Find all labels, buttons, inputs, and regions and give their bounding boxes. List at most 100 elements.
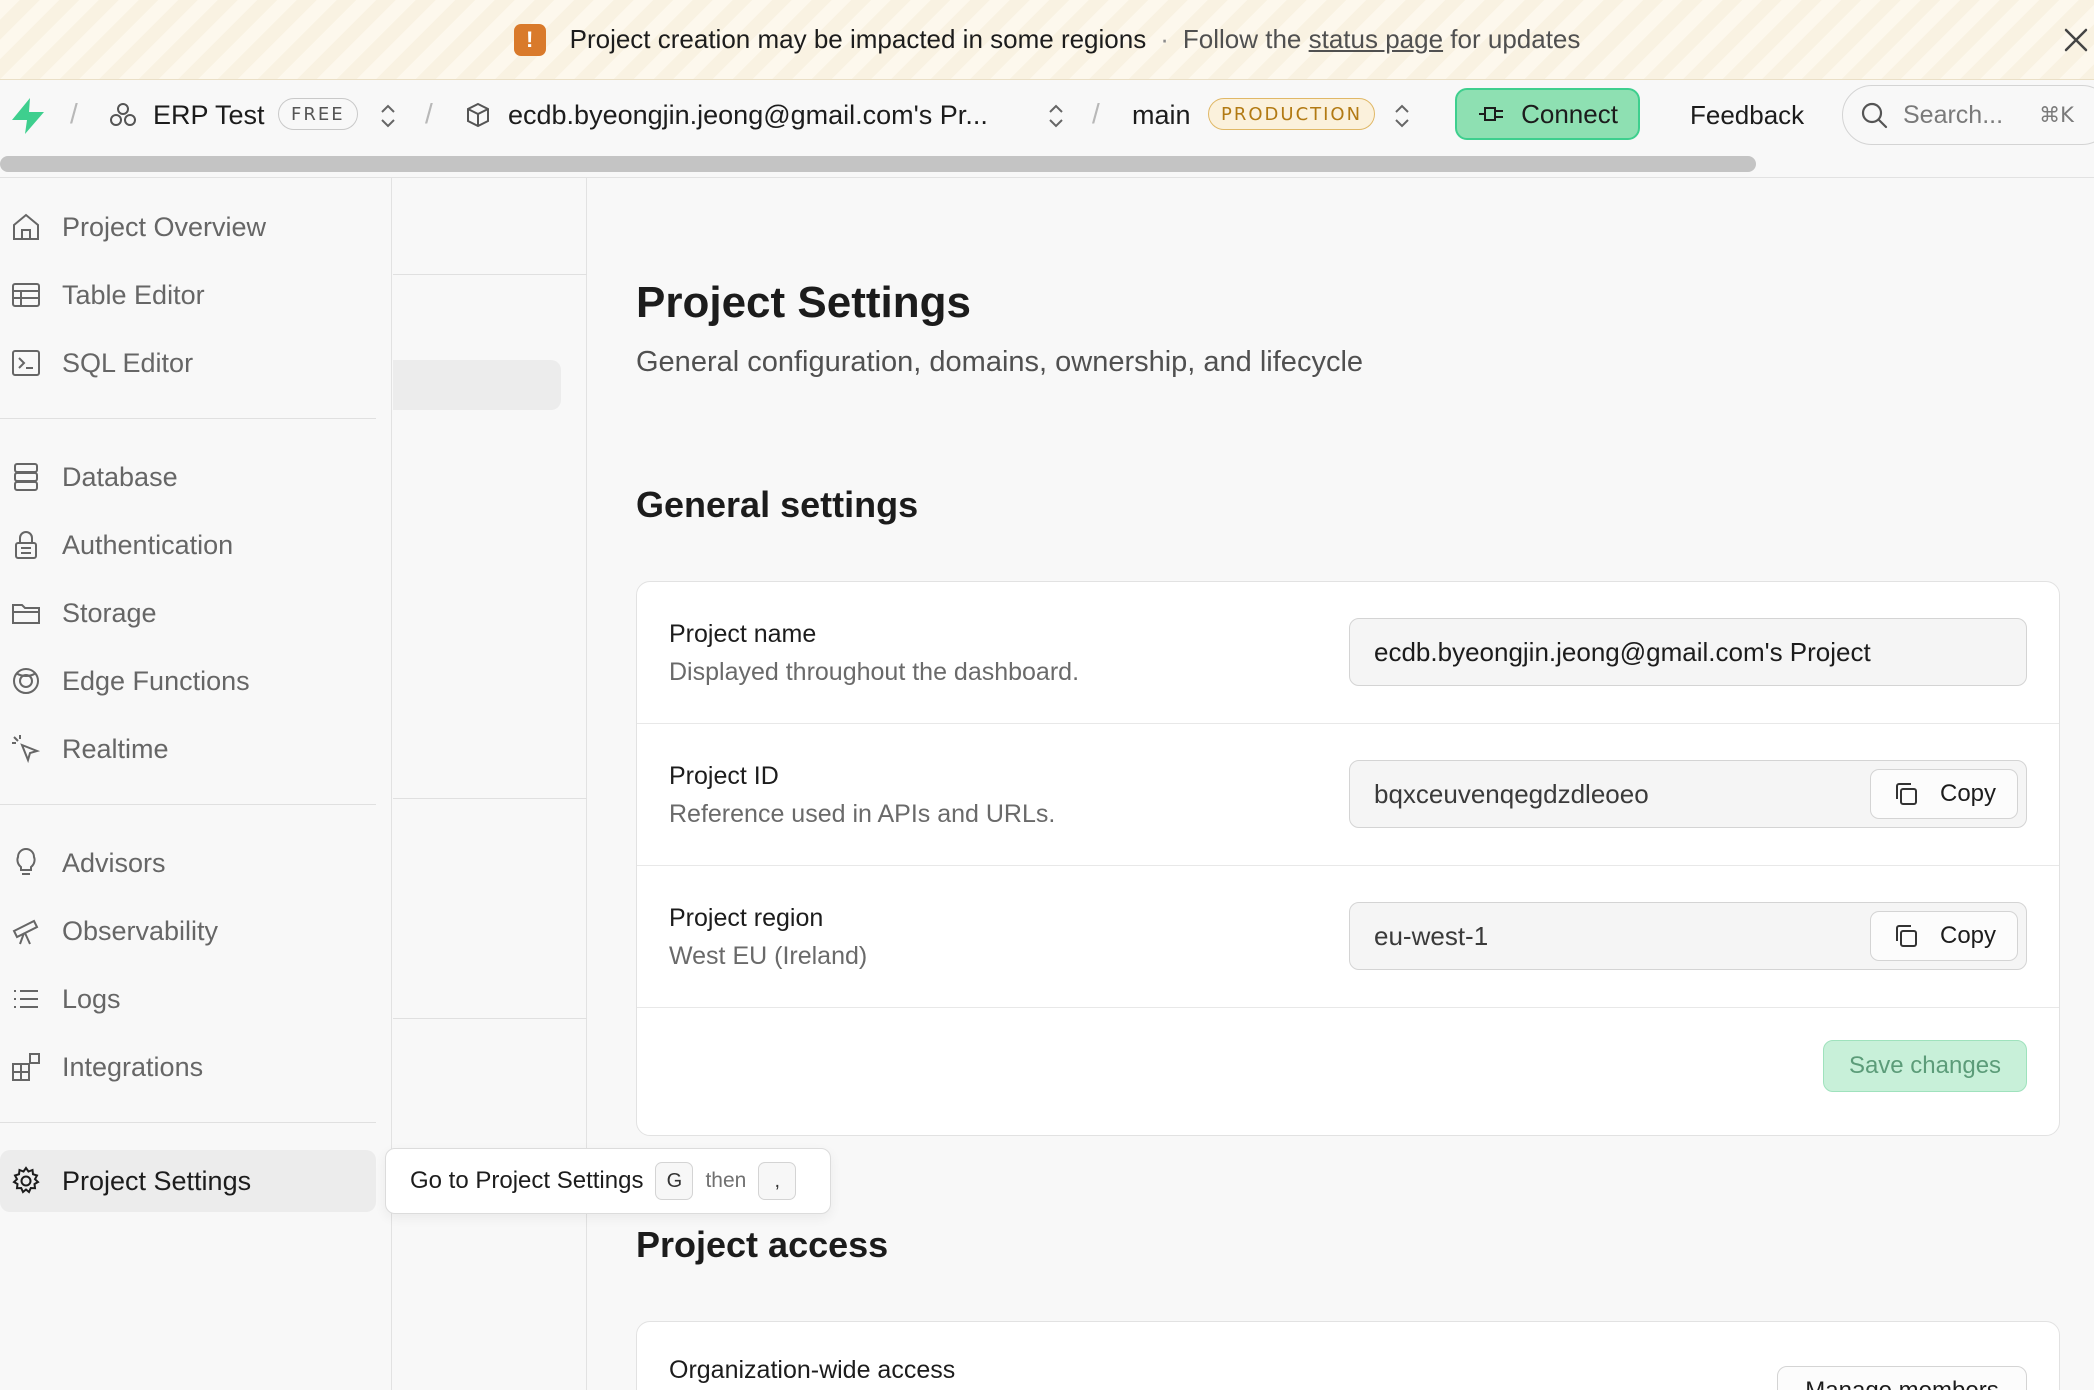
- org-plan-badge: FREE: [278, 98, 358, 130]
- sidebar-item-label: Storage: [62, 597, 157, 628]
- connect-label: Connect: [1521, 98, 1618, 129]
- lock-icon: [8, 527, 44, 563]
- sidebar-item-sql-editor[interactable]: SQL Editor: [0, 332, 376, 394]
- sidebar-item-label: Advisors: [62, 847, 166, 878]
- top-navigation: / ERP Test FREE / ecdb.byeongjin.jeong@g…: [0, 80, 2094, 150]
- breadcrumb-separator: /: [70, 98, 78, 129]
- page-subtitle: General configuration, domains, ownershi…: [636, 346, 1364, 378]
- sidebar-item-label: Edge Functions: [62, 665, 250, 696]
- general-settings-heading: General settings: [636, 484, 919, 525]
- home-icon: [8, 209, 44, 245]
- terminal-icon: [8, 345, 44, 381]
- secondary-menu-selected-item[interactable]: [393, 360, 561, 410]
- manage-members-button[interactable]: Manage members: [1777, 1366, 2027, 1390]
- sidebar-item-realtime[interactable]: Realtime: [0, 718, 376, 780]
- project-id-label: Project ID: [669, 762, 779, 790]
- sidebar-item-observability[interactable]: Observability: [0, 900, 376, 962]
- project-id-row: Project ID Reference used in APIs and UR…: [637, 724, 2059, 866]
- copy-label: Copy: [1939, 780, 1997, 807]
- sidebar-item-storage[interactable]: Storage: [0, 582, 376, 644]
- page-title: Project Settings: [636, 278, 971, 327]
- scrollbar-thumb[interactable]: [0, 156, 1756, 172]
- list-icon: [8, 981, 44, 1017]
- banner-follow-suffix: for updates: [1450, 24, 1581, 54]
- organization-icon: [108, 100, 138, 130]
- sidebar-item-label: Observability: [62, 915, 219, 946]
- sidebar-item-table-editor[interactable]: Table Editor: [0, 264, 376, 326]
- telescope-icon: [8, 913, 44, 949]
- project-access-card: Organization-wide access Manage members: [636, 1321, 2060, 1390]
- branch-switcher-icon[interactable]: [1390, 102, 1414, 130]
- banner-separator: ·: [1160, 24, 1169, 54]
- database-icon: [8, 459, 44, 495]
- sidebar: Project Overview Table Editor SQL Editor…: [0, 178, 392, 1390]
- table-icon: [8, 277, 44, 313]
- banner-follow-prefix: Follow the: [1182, 24, 1302, 54]
- globe-icon: [8, 663, 44, 699]
- secondary-menu-divider: [393, 274, 587, 275]
- org-wide-access-label: Organization-wide access: [669, 1356, 956, 1384]
- project-box-icon: [464, 101, 492, 129]
- sidebar-item-label: Project Settings: [62, 1165, 252, 1196]
- sidebar-item-label: Project Overview: [62, 211, 267, 242]
- connect-button[interactable]: Connect: [1455, 88, 1640, 140]
- sidebar-item-label: SQL Editor: [62, 347, 194, 378]
- supabase-logo-icon[interactable]: [8, 96, 48, 136]
- sidebar-item-label: Realtime: [62, 733, 169, 764]
- sidebar-item-project-overview[interactable]: Project Overview: [0, 196, 376, 258]
- save-changes-button[interactable]: Save changes: [1823, 1040, 2027, 1092]
- sidebar-item-database[interactable]: Database: [0, 446, 376, 508]
- search-box[interactable]: Search... ⌘K: [1842, 85, 2094, 145]
- project-name[interactable]: ecdb.byeongjin.jeong@gmail.com's Pr...: [508, 100, 988, 131]
- gear-icon: [8, 1163, 44, 1199]
- shortcut-key-g: G: [655, 1162, 694, 1200]
- search-placeholder: Search...: [1903, 100, 2004, 129]
- sidebar-divider: [0, 418, 376, 419]
- secondary-menu-divider: [393, 1018, 587, 1019]
- sidebar-item-project-settings[interactable]: Project Settings: [0, 1150, 376, 1212]
- copy-project-id-button[interactable]: Copy: [1870, 769, 2018, 819]
- org-switcher-icon[interactable]: [376, 102, 400, 130]
- sidebar-item-label: Integrations: [62, 1051, 204, 1082]
- project-region-row: Project region West EU (Ireland) eu-west…: [637, 866, 2059, 1008]
- sidebar-item-advisors[interactable]: Advisors: [0, 832, 376, 894]
- plug-icon: [1477, 103, 1507, 125]
- breadcrumb-separator: /: [425, 98, 433, 129]
- sidebar-divider: [0, 1122, 376, 1123]
- banner-message: Project creation may be impacted in some…: [569, 24, 1147, 54]
- sidebar-item-label: Database: [62, 461, 178, 492]
- sidebar-item-authentication[interactable]: Authentication: [0, 514, 376, 576]
- project-id-field: bqxceuvenqegdzdleoeo Copy: [1349, 760, 2027, 828]
- folder-icon: [8, 595, 44, 631]
- copy-icon: [1892, 922, 1920, 950]
- secondary-menu-divider: [393, 798, 587, 799]
- close-banner-icon[interactable]: [2058, 22, 2094, 58]
- project-region-value: eu-west-1: [1374, 920, 1489, 951]
- project-switcher-icon[interactable]: [1044, 102, 1068, 130]
- horizontal-scrollbar[interactable]: [0, 150, 2094, 178]
- breadcrumb-separator: /: [1092, 98, 1100, 129]
- sidebar-item-integrations[interactable]: Integrations: [0, 1036, 376, 1098]
- status-page-link[interactable]: status page: [1309, 24, 1443, 55]
- project-name-description: Displayed throughout the dashboard.: [669, 658, 1080, 686]
- sidebar-item-edge-functions[interactable]: Edge Functions: [0, 650, 376, 712]
- production-badge: PRODUCTION: [1208, 98, 1376, 130]
- sidebar-divider: [0, 804, 376, 805]
- search-icon: [1859, 100, 1889, 130]
- branch-name[interactable]: main: [1132, 100, 1191, 131]
- sidebar-item-label: Table Editor: [62, 279, 205, 310]
- copy-label: Copy: [1939, 922, 1997, 949]
- warning-icon: !: [513, 23, 546, 56]
- project-id-description: Reference used in APIs and URLs.: [669, 800, 1056, 828]
- shortcut-tooltip: Go to Project Settings G then ,: [385, 1148, 831, 1214]
- copy-project-region-button[interactable]: Copy: [1870, 911, 2018, 961]
- search-shortcut: ⌘K: [2039, 103, 2074, 127]
- cursor-icon: [8, 731, 44, 767]
- project-name-input[interactable]: ecdb.byeongjin.jeong@gmail.com's Project: [1349, 618, 2027, 686]
- sidebar-item-logs[interactable]: Logs: [0, 968, 376, 1030]
- project-region-description: West EU (Ireland): [669, 942, 868, 970]
- project-name-label: Project name: [669, 620, 817, 648]
- feedback-button[interactable]: Feedback: [1690, 100, 1804, 131]
- general-settings-card: Project name Displayed throughout the da…: [636, 581, 2060, 1136]
- org-name[interactable]: ERP Test: [153, 100, 265, 131]
